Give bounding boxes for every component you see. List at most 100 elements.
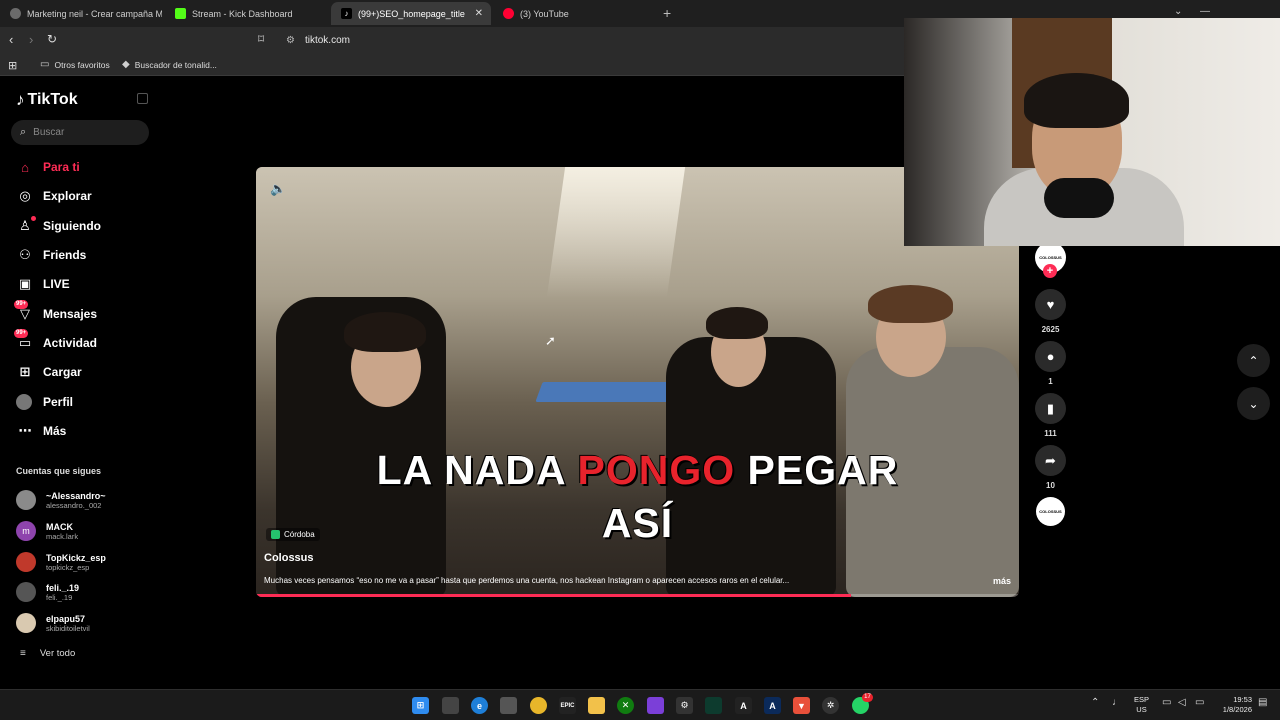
video-author[interactable]: Colossus [264,552,314,564]
account-handle: skibiditoiletvil [46,623,90,633]
folder-icon: ▭ [40,59,50,70]
time: 19:53 [1233,695,1252,704]
live-icon: ▣ [18,276,32,291]
mouse-cursor-icon: ➚ [545,333,556,348]
nav-cargar[interactable]: ⊞ Cargar [16,361,82,383]
close-icon[interactable]: ✕ [475,8,483,19]
nav-live[interactable]: ▣ LIVE [16,273,70,295]
video-description: Muchas veces pensamos “eso no me va a pa… [264,576,790,585]
epic-games-icon[interactable]: EPIC [559,697,576,714]
file-explorer-icon[interactable] [588,697,605,714]
messages-icon: ▽ 99+ [14,300,30,321]
webcam-person-hair [1024,73,1129,128]
account-item[interactable]: m MACK mack.lark [16,521,78,541]
bookmark-buscador[interactable]: ◆ Buscador de tonalid... [122,59,217,70]
nav-perfil[interactable]: Perfil [16,391,73,413]
friends-icon: ⚇ [19,247,31,262]
task-view-icon[interactable] [442,697,459,714]
search-placeholder: Buscar [33,127,65,138]
brave-icon[interactable]: ▼ [793,697,810,714]
account-item[interactable]: elpapu57 skibiditoiletvil [16,613,90,633]
search-input[interactable]: ⌕ Buscar [11,120,149,145]
clock[interactable]: 19:53 1/8/2026 [1222,695,1252,715]
bookmark-star-icon[interactable]: ⌑ [258,32,264,46]
share-arrow-icon: ➦ [1045,452,1056,468]
account-item[interactable]: feli._.19 feli._.19 [16,582,79,602]
store-icon[interactable] [500,697,517,714]
volume-icon[interactable]: ◁ [1178,697,1186,708]
progress-fill [256,594,852,597]
chevron-down-icon[interactable]: ⌄ [1174,6,1182,17]
following-icon: ♙ [16,216,36,234]
minimize-icon[interactable]: — [1200,6,1210,17]
new-tab-button[interactable]: + [663,5,671,21]
address-bar[interactable]: ⚙ tiktok.com [280,30,980,50]
app-a-blue-icon[interactable]: A [764,697,781,714]
microphone-icon[interactable]: ♩ [1112,697,1122,708]
account-item[interactable]: ~Alessandro~ alessandro._002 [16,490,106,510]
more-link[interactable]: más [993,576,1011,586]
app-a-icon[interactable]: A [735,697,752,714]
site-info-icon[interactable]: ⚙ [286,35,295,46]
xbox-icon[interactable]: ✕ [617,697,634,714]
save-button[interactable]: ▮ [1035,393,1066,424]
follow-plus-icon[interactable]: + [1043,264,1057,278]
chatgpt-icon[interactable]: ✲ [822,697,839,714]
nav-actividad[interactable]: ▭ 99+ Actividad [14,329,97,354]
collapse-sidebar-icon[interactable] [137,93,148,104]
compass-icon: ◎ [19,188,31,203]
volume-icon[interactable]: 🔈 [270,181,286,197]
avatar: m [16,521,36,541]
nav-para-ti[interactable]: ⌂ Para ti [16,156,80,178]
following-title: Cuentas que sigues [16,466,102,476]
tab-kick[interactable]: Stream - Kick Dashboard [165,2,330,25]
nav-label: Friends [43,248,87,262]
tab-tiktok[interactable]: ♪ (99+)SEO_homepage_title ✕ [331,2,491,25]
previous-video-button[interactable]: ⌃ [1237,344,1270,377]
account-handle: feli._.19 [46,592,73,602]
account-name: MACK [46,521,73,532]
account-item[interactable]: TopKickz_esp topkickz_esp [16,552,106,572]
apps-grid-icon[interactable]: ⊞ [8,59,17,72]
app-icon[interactable] [647,697,664,714]
steam-icon[interactable]: ⚙ [676,697,693,714]
capcut-icon[interactable] [705,697,722,714]
nav-siguiendo[interactable]: ♙ Siguiendo [16,215,101,237]
windows-start-icon[interactable]: ⊞ [412,697,429,714]
share-count: 10 [1046,481,1055,490]
comment-button[interactable]: ● [1035,341,1066,372]
forward-icon[interactable]: › [29,32,33,47]
edge-icon[interactable]: e [471,697,488,714]
battery-icon[interactable]: ▭ [1195,697,1204,708]
nav-mensajes[interactable]: ▽ 99+ Mensajes [14,300,97,325]
chrome-icon[interactable] [530,697,547,714]
share-button[interactable]: ➦ [1035,445,1066,476]
avatar [16,490,36,510]
chevron-up-icon[interactable]: ⌃ [1091,697,1099,708]
tiktok-logo[interactable]: ♪ TikTok [16,90,78,110]
see-all-link[interactable]: ≡ Ver todo [20,648,75,659]
music-disc[interactable]: COLOSSUS [1036,497,1065,526]
nav-label: Cargar [43,365,82,379]
nav-label: Siguiendo [43,219,101,233]
language-indicator[interactable]: ESP US [1134,695,1149,715]
bookmark-otros-favoritos[interactable]: ▭ Otros favoritos [40,59,110,70]
like-button[interactable]: ♥ [1035,289,1066,320]
nav-friends[interactable]: ⚇ Friends [16,244,86,266]
tab-youtube[interactable]: (3) YouTube [493,2,653,25]
webcam-overlay [904,18,1280,246]
reload-icon[interactable]: ↻ [47,32,57,46]
network-icon[interactable]: ▭ [1162,697,1171,708]
back-icon[interactable]: ‹ [9,32,13,47]
video-progress-bar[interactable] [256,594,1019,597]
logo-text: TikTok [27,91,78,108]
home-icon: ⌂ [21,159,29,175]
next-video-button[interactable]: ⌄ [1237,387,1270,420]
nav-mas[interactable]: ⋯ Más [16,420,67,442]
tab-marketing[interactable]: Marketing neil - Crear campaña Meta [0,2,165,25]
notifications-icon[interactable]: ▤ [1258,697,1267,708]
nav-explorar[interactable]: ◎ Explorar [16,185,91,207]
avatar [16,582,36,602]
ceiling-light [546,167,686,297]
location-tag[interactable]: Córdoba [266,528,320,541]
